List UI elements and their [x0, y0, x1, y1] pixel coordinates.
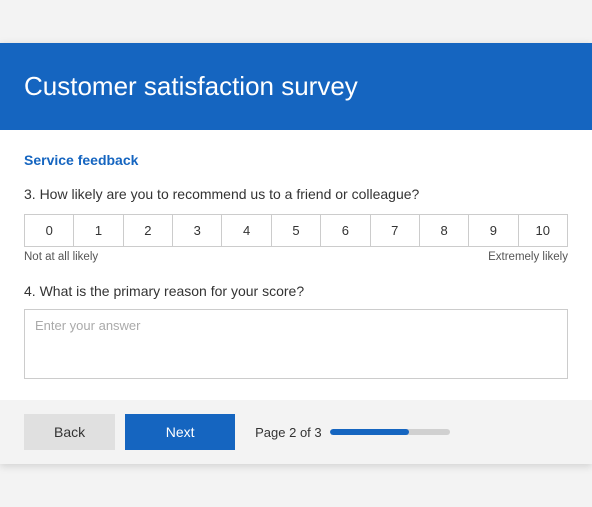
rating-labels: Not at all likely Extremely likely — [24, 251, 568, 263]
rating-3[interactable]: 3 — [173, 215, 222, 246]
rating-4[interactable]: 4 — [222, 215, 271, 246]
survey-title: Customer satisfaction survey — [24, 71, 568, 102]
rating-5[interactable]: 5 — [272, 215, 321, 246]
rating-7[interactable]: 7 — [371, 215, 420, 246]
rating-2[interactable]: 2 — [124, 215, 173, 246]
next-button[interactable]: Next — [125, 414, 235, 450]
survey-body: Service feedback 3. How likely are you t… — [0, 130, 592, 400]
back-button[interactable]: Back — [24, 414, 115, 450]
progress-bar-fill — [330, 429, 409, 435]
question4-label: 4. What is the primary reason for your s… — [24, 283, 568, 299]
section-title: Service feedback — [24, 152, 568, 168]
survey-footer: Back Next Page 2 of 3 — [0, 400, 592, 464]
rating-0[interactable]: 0 — [25, 215, 74, 246]
rating-scale-wrapper: 0 1 2 3 4 5 6 7 8 9 10 — [24, 214, 568, 247]
rating-9[interactable]: 9 — [469, 215, 518, 246]
rating-label-left: Not at all likely — [24, 251, 98, 263]
rating-label-right: Extremely likely — [488, 251, 568, 263]
survey-container: Customer satisfaction survey Service fee… — [0, 43, 592, 464]
survey-header: Customer satisfaction survey — [0, 43, 592, 130]
rating-6[interactable]: 6 — [321, 215, 370, 246]
question3-label: 3. How likely are you to recommend us to… — [24, 186, 568, 202]
progress-bar-background — [330, 429, 450, 435]
rating-8[interactable]: 8 — [420, 215, 469, 246]
answer-textarea[interactable] — [24, 309, 568, 379]
page-text: Page 2 of 3 — [255, 425, 322, 440]
rating-scale: 0 1 2 3 4 5 6 7 8 9 10 — [24, 214, 568, 247]
rating-1[interactable]: 1 — [74, 215, 123, 246]
rating-10[interactable]: 10 — [519, 215, 567, 246]
page-indicator: Page 2 of 3 — [255, 425, 450, 440]
